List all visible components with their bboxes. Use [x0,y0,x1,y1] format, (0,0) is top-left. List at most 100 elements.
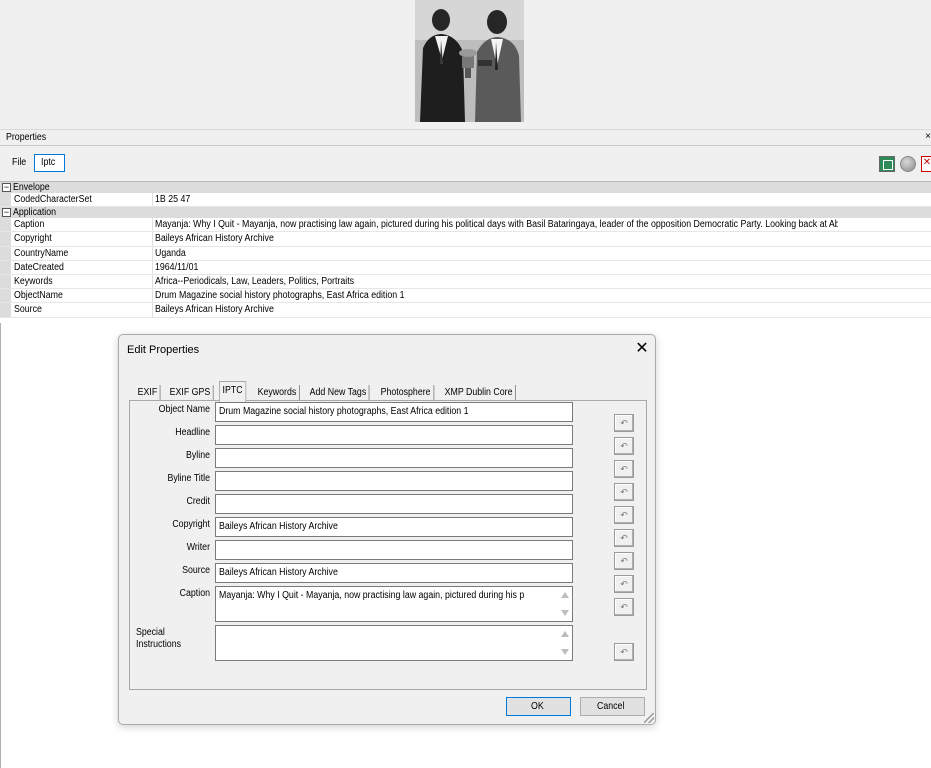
column-divider [152,232,153,246]
writer-label: Writer [186,542,210,553]
category-envelope[interactable]: − Envelope [0,182,931,193]
property-row[interactable]: Keywords Africa--Periodicals, Law, Leade… [0,274,931,290]
property-row[interactable]: Caption Mayanja: Why I Quit - Mayanja, n… [0,218,931,233]
category-application[interactable]: − Application [0,207,931,219]
collapse-icon[interactable]: − [2,183,11,192]
property-value: Uganda [155,247,186,259]
reset-byline-title-button[interactable]: ↶ [614,483,634,501]
headline-field[interactable] [215,425,573,445]
property-row[interactable]: DateCreated 1964/11/01 [0,260,931,275]
resize-grip[interactable] [644,713,654,723]
tab-xmp-dublin-core[interactable]: XMP Dublin Core [442,385,516,401]
dialog-title: Edit Properties [127,344,200,356]
photo-image [415,0,524,122]
tab-keywords[interactable]: Keywords [255,385,300,401]
property-name: ObjectName [14,290,63,302]
property-value: 1964/11/01 [155,261,199,273]
tab-add-new-tags[interactable]: Add New Tags [307,385,370,401]
tab-exif[interactable]: EXIF [135,385,161,401]
properties-title: Properties [6,132,47,143]
scroll-down-arrow-icon[interactable] [561,649,569,655]
reset-credit-button[interactable]: ↶ [614,506,634,524]
properties-header: Properties × [0,129,931,146]
byline-title-field[interactable] [215,471,573,491]
scroll-up-arrow-icon[interactable] [561,592,569,598]
ok-button-label: OK [531,701,544,712]
property-row[interactable]: Source Baileys African History Archive [0,303,931,318]
close-panel-icon[interactable]: × [925,131,931,142]
byline-label: Byline [186,450,210,461]
scroll-up-arrow-icon[interactable] [561,631,569,637]
undo-icon: ↶ [620,487,628,497]
source-value: Baileys African History Archive [219,567,338,578]
row-gutter [0,218,11,232]
copyright-label: Copyright [172,519,210,530]
object-name-value: Drum Magazine social history photographs… [219,406,469,417]
collapse-icon[interactable]: − [2,208,11,218]
property-value: 1B 25 47 [155,194,191,205]
credit-field[interactable] [215,494,573,514]
property-name: Copyright [14,233,52,245]
property-grid: − Envelope CodedCharacterSet 1B 25 47 − … [0,182,931,318]
reset-copyright-button[interactable]: ↶ [614,529,634,547]
column-divider [152,289,153,303]
property-name: DateCreated [14,261,64,273]
property-value: Mayanja: Why I Quit - Mayanja, now pract… [155,219,838,231]
credit-label: Credit [186,496,210,507]
writer-field[interactable] [215,540,573,560]
property-row[interactable]: CountryName Uganda [0,246,931,261]
tab-exif-gps[interactable]: EXIF GPS [167,385,214,401]
object-name-field[interactable]: Drum Magazine social history photographs… [215,402,573,422]
caption-value: Mayanja: Why I Quit - Mayanja, now pract… [219,590,525,601]
scroll-down-arrow-icon[interactable] [561,610,569,616]
column-divider [152,218,153,232]
property-row[interactable]: CodedCharacterSet 1B 25 47 [0,193,931,208]
special-instructions-field[interactable] [215,625,573,661]
special-instructions-label-line2: Instructions [136,639,182,650]
property-row[interactable]: ObjectName Drum Magazine social history … [0,289,931,304]
column-divider [152,303,153,317]
tab-iptc[interactable]: IPTC [219,381,247,402]
undo-icon: ↶ [620,533,628,543]
iptc-tab-panel: Object Name Drum Magazine social history… [129,400,647,690]
properties-toolbar: File Iptc ✕ [0,146,931,182]
cancel-button[interactable]: Cancel [580,697,645,716]
image-preview-area [0,0,931,129]
reset-object-name-button[interactable]: ↶ [614,414,634,432]
column-divider [152,193,153,207]
iptc-button[interactable]: Iptc [34,154,65,172]
cancel-button-label: Cancel [596,701,625,712]
reset-caption-button[interactable]: ↶ [614,598,634,616]
special-instructions-scrollbar[interactable] [559,626,572,660]
photo-thumbnail [415,0,524,122]
property-name: CodedCharacterSet [14,194,92,205]
caption-scrollbar[interactable] [559,587,572,621]
source-field[interactable]: Baileys African History Archive [215,563,573,583]
undo-icon: ↶ [620,441,628,451]
ok-button[interactable]: OK [506,697,571,716]
reset-special-instructions-button[interactable]: ↶ [614,643,634,661]
undo-icon: ↶ [620,647,628,657]
undo-icon: ↶ [620,556,628,566]
tab-photosphere[interactable]: Photosphere [378,385,435,401]
caption-field[interactable]: Mayanja: Why I Quit - Mayanja, now pract… [215,586,573,622]
reset-writer-button[interactable]: ↶ [614,552,634,570]
file-label[interactable]: File [12,157,26,168]
row-gutter [0,289,11,303]
property-name: Caption [14,219,45,231]
caption-label: Caption [179,588,210,599]
globe-icon[interactable] [900,156,916,172]
undo-icon: ↶ [620,510,628,520]
clear-icon[interactable]: ✕ [921,156,931,172]
byline-field[interactable] [215,448,573,468]
category-label: Envelope [13,182,50,193]
close-dialog-icon[interactable]: ✕ [632,339,652,359]
reset-headline-button[interactable]: ↶ [614,437,634,455]
property-value: Africa--Periodicals, Law, Leaders, Polit… [155,275,355,287]
property-row[interactable]: Copyright Baileys African History Archiv… [0,232,931,247]
grid-view-icon[interactable] [879,156,895,172]
copyright-field[interactable]: Baileys African History Archive [215,517,573,537]
reset-byline-button[interactable]: ↶ [614,460,634,478]
reset-source-button[interactable]: ↶ [614,575,634,593]
object-name-label: Object Name [158,404,210,415]
